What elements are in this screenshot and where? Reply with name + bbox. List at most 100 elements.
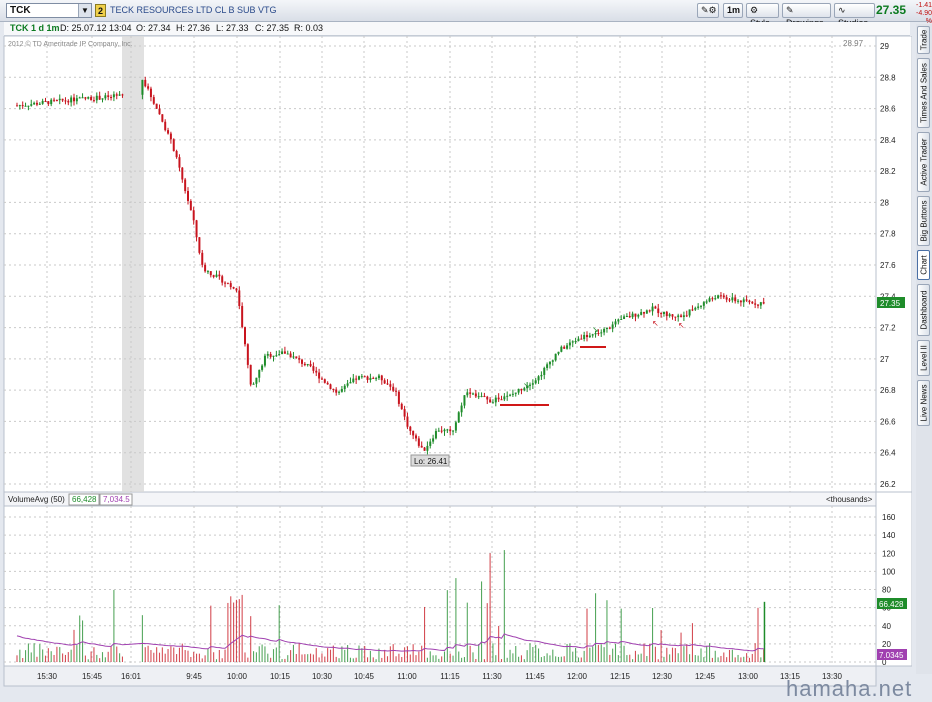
candle-body [258, 369, 261, 378]
candle-body [677, 315, 680, 318]
candle-body [477, 396, 480, 398]
candle-body [201, 252, 204, 265]
chevron-down-icon[interactable]: ▼ [78, 4, 91, 17]
drawings-button[interactable]: ✎ Drawings [782, 3, 831, 28]
candle-body [537, 376, 540, 381]
candle-body [440, 430, 443, 432]
candle-body [680, 315, 683, 317]
candle-body [697, 306, 700, 308]
candle-body [397, 391, 400, 404]
tab-level-ii[interactable]: Level II [917, 340, 930, 376]
studies-button[interactable]: ∿ Studies [834, 3, 875, 28]
candle-body [232, 287, 235, 289]
candle-body [95, 95, 98, 101]
time-tick-label: 12:45 [695, 672, 716, 681]
price-tick-label: 27.8 [880, 230, 896, 239]
candle-body [685, 315, 688, 317]
candle-body [577, 338, 580, 342]
studies-icon: ∿ [838, 5, 846, 15]
candle-body [671, 314, 674, 317]
candle-body [346, 383, 349, 386]
price-ticks: 2928.828.628.428.22827.827.627.427.22726… [880, 42, 896, 489]
candle-body [215, 274, 218, 277]
candle-body [329, 384, 332, 389]
style-button[interactable]: ⚙ Style [746, 3, 779, 28]
chart-area[interactable]: 2012 © TD Ameritrade IP Company, Inc. 28… [0, 36, 912, 690]
pencil-icon: ✎ [786, 5, 794, 15]
candle-body [110, 97, 113, 99]
candle-body [620, 318, 623, 320]
tab-dashboard[interactable]: Dashboard [917, 284, 930, 336]
time-tick-label: 13:00 [738, 672, 759, 681]
candle-body [172, 139, 175, 152]
volume-tick-label: 160 [882, 513, 896, 522]
candle-body [557, 351, 560, 354]
tab-live-news[interactable]: Live News [917, 380, 930, 426]
candle-body [500, 399, 503, 401]
price-tick-label: 28.4 [880, 136, 896, 145]
price-tick-label: 28.8 [880, 73, 896, 82]
candle-body [349, 382, 352, 384]
bar-close: C: 27.35 [255, 23, 290, 33]
candle-body [92, 100, 95, 102]
candle-body [446, 429, 449, 431]
tab-active-trader[interactable]: Active Trader [917, 132, 930, 192]
tab-chart[interactable]: Chart [917, 250, 930, 280]
wrench-icon: ✎⚙ [701, 5, 717, 15]
candle-body [16, 105, 18, 107]
candle-body [711, 298, 714, 300]
symbol-input[interactable]: TCK ▼ [6, 3, 92, 18]
candle-body [107, 95, 110, 98]
candle-body [75, 98, 78, 102]
candle-body [115, 94, 118, 96]
tab-big-buttons[interactable]: Big Buttons [917, 196, 930, 246]
candle-body [377, 375, 380, 379]
candle-body [722, 295, 725, 298]
candle-body [600, 332, 603, 334]
candle-body [731, 297, 734, 301]
tab-label: Chart [919, 255, 928, 275]
time-tick-label: 10:15 [270, 672, 291, 681]
tab-trade[interactable]: Trade [917, 26, 930, 54]
candle-body [306, 363, 309, 366]
study-name[interactable]: VolumeAvg (50) [8, 495, 65, 504]
candle-body [50, 99, 53, 105]
candle-body [332, 388, 335, 390]
candle-body [657, 308, 660, 314]
link-group-badge[interactable]: 2 [95, 4, 106, 17]
candle-body [415, 435, 417, 439]
candle-body [272, 355, 275, 357]
tab-label: Dashboard [919, 290, 928, 330]
candle-body [571, 341, 574, 343]
time-tick-label: 15:45 [82, 672, 103, 681]
candle-body [112, 94, 115, 98]
candle-body [386, 383, 389, 385]
volume-panel[interactable] [3, 505, 877, 667]
candle-body [380, 375, 383, 381]
tools-button[interactable]: ✎⚙ [697, 3, 719, 18]
candle-body [141, 79, 144, 95]
timeframe-button[interactable]: 1m [723, 3, 743, 18]
candle-body [263, 355, 266, 366]
candle-body [389, 384, 392, 387]
price-tick-label: 27 [880, 355, 889, 364]
candle-body [417, 438, 420, 446]
candle-body [449, 429, 452, 432]
candle-body [44, 100, 47, 102]
copyright: 2012 © TD Ameritrade IP Company, Inc. [8, 40, 133, 48]
candle-body [169, 133, 172, 140]
symbol-description: TECK RESOURCES LTD CL B SUB VTG [110, 5, 277, 15]
time-tick-label: 11:45 [525, 672, 545, 681]
candle-body [249, 364, 252, 385]
chart-label[interactable]: TCK 1 d 1m [10, 22, 60, 35]
price-tick-label: 26.8 [880, 386, 896, 395]
candle-body [164, 121, 167, 131]
candle-body [175, 151, 178, 158]
tab-times-and-sales[interactable]: Times And Sales [917, 58, 930, 128]
candle-body [255, 377, 258, 384]
candle-body [432, 438, 435, 442]
candle-body [497, 397, 500, 400]
time-tick-label: 12:30 [652, 672, 673, 681]
candle-body [64, 100, 67, 102]
candle-body [144, 79, 147, 87]
